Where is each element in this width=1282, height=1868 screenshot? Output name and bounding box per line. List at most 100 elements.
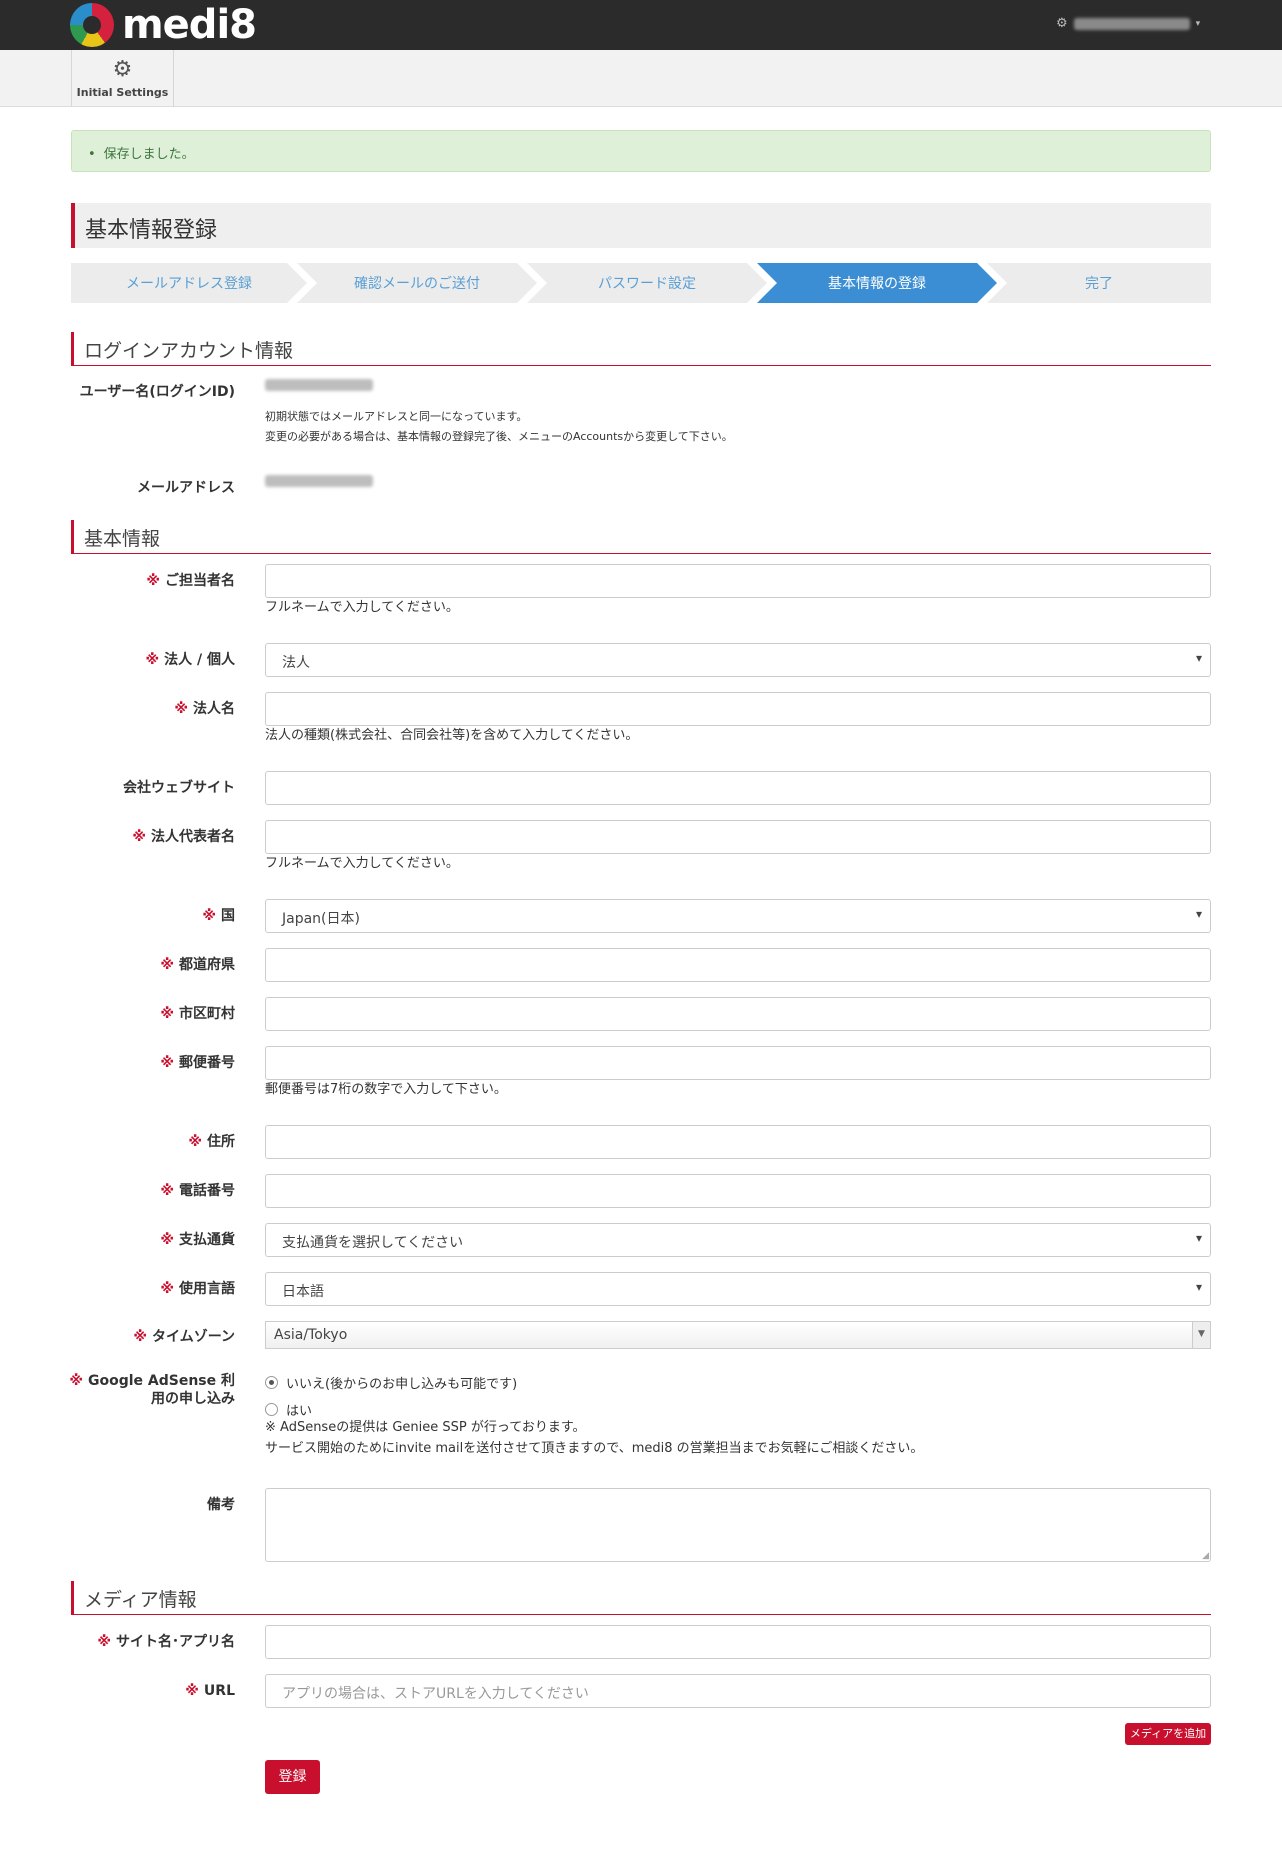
adsense-label-line-1: Google AdSense 利 [87, 1373, 235, 1389]
required-mark: ※ [160, 1232, 174, 1248]
sub-navbar: ⚙ Initial Settings [0, 50, 1282, 107]
representative-label-text: 法人代表者名 [151, 829, 235, 845]
caret-down-icon: ▾ [1195, 18, 1201, 29]
adsense-option-no[interactable]: いいえ(後からのお申し込みも可能です) [265, 1373, 517, 1392]
representative-input[interactable] [265, 820, 1211, 854]
currency-label: ※ 支払通貨 [35, 1231, 235, 1249]
timezone-label: ※ タイムゾーン [35, 1328, 235, 1346]
page-title: 基本情報登録 [71, 203, 1211, 248]
language-value: 日本語 [282, 1284, 324, 1300]
logo-text: medi8 [122, 2, 257, 48]
city-label-text: 市区町村 [179, 1006, 235, 1022]
url-input[interactable]: アプリの場合は、ストアURLを入力してください [265, 1674, 1211, 1708]
site-name-input[interactable] [265, 1625, 1211, 1659]
username-note-1: 初期状態ではメールアドレスと同一になっています。 [265, 410, 528, 423]
entity-type-select[interactable]: 法人 [265, 643, 1211, 677]
company-name-input[interactable] [265, 692, 1211, 726]
postal-label: ※ 郵便番号 [35, 1054, 235, 1072]
city-input[interactable] [265, 997, 1211, 1031]
step-label: 完了 [1085, 276, 1113, 292]
contact-name-label: ※ ご担当者名 [35, 572, 235, 590]
required-mark: ※ [132, 829, 146, 845]
prefecture-input[interactable] [265, 948, 1211, 982]
company-name-label-text: 法人名 [193, 701, 235, 717]
required-mark: ※ [202, 908, 216, 924]
entity-type-label: ※ 法人 / 個人 [35, 651, 236, 669]
address-label: ※ 住所 [35, 1133, 235, 1151]
step-confirmation-mail: 確認メールのご送付 [297, 263, 537, 303]
username-value [265, 378, 373, 398]
url-label-text: URL [203, 1683, 235, 1699]
submit-button[interactable]: 登録 [265, 1760, 320, 1794]
required-mark: ※ [160, 1183, 174, 1199]
progress-steps: メールアドレス登録 確認メールのご送付 パスワード設定 基本情報の登録 完了 [71, 263, 1211, 303]
radio-unchecked-icon[interactable] [265, 1403, 278, 1416]
username-note-2: 変更の必要がある場合は、基本情報の登録完了後、メニューのAccountsから変更… [265, 430, 733, 443]
remarks-label: 備考 [207, 1497, 235, 1513]
language-select[interactable]: 日本語 [265, 1272, 1211, 1306]
company-name-help: 法人の種類(株式会社、合同会社等)を含めて入力してください。 [265, 728, 639, 743]
section-heading-login: ログインアカウント情報 [71, 332, 1211, 366]
required-mark: ※ [160, 957, 174, 973]
url-label: ※ URL [35, 1682, 235, 1700]
language-label: ※ 使用言語 [35, 1280, 235, 1298]
required-mark: ※ [160, 1055, 174, 1071]
timezone-value: Asia/Tokyo [274, 1327, 348, 1343]
postal-input[interactable] [265, 1046, 1211, 1080]
gear-icon: ⚙ [1056, 16, 1068, 31]
add-media-button[interactable]: メディアを追加 [1125, 1723, 1211, 1745]
website-input[interactable] [265, 771, 1211, 805]
nav-initial-settings[interactable]: ⚙ Initial Settings [71, 50, 174, 107]
radio-checked-icon[interactable] [265, 1376, 278, 1389]
site-name-label-text: サイト名･アプリ名 [116, 1634, 235, 1650]
prefecture-label-text: 都道府県 [179, 957, 235, 973]
step-basic-info: 基本情報の登録 [757, 263, 997, 303]
entity-type-label-text: 法人 / 個人 [164, 652, 235, 668]
timezone-select[interactable]: Asia/Tokyo ▼ [265, 1321, 1211, 1349]
currency-value: 支払通貨を選択してください [282, 1235, 464, 1251]
step-label: メールアドレス登録 [126, 276, 252, 292]
remarks-textarea[interactable] [265, 1488, 1211, 1562]
country-label-text: 国 [221, 908, 235, 924]
logo[interactable]: medi8 [70, 2, 257, 48]
timezone-label-text: タイムゾーン [151, 1329, 235, 1345]
website-label: 会社ウェブサイト [123, 780, 235, 796]
adsense-option-yes-label: はい [286, 1404, 313, 1419]
section-heading-basic: 基本情報 [71, 520, 1211, 554]
adsense-note-1: ※ AdSenseの提供は Geniee SSP が行っております。 [265, 1420, 586, 1435]
address-input[interactable] [265, 1125, 1211, 1159]
username-redacted [265, 379, 373, 391]
phone-input[interactable] [265, 1174, 1211, 1208]
required-mark: ※ [160, 1281, 174, 1297]
country-value: Japan(日本) [282, 911, 360, 927]
bullet-icon: • [88, 147, 96, 162]
email-redacted [265, 475, 373, 487]
dropdown-arrow-icon: ▼ [1192, 1322, 1210, 1348]
contact-name-help: フルネームで入力してください。 [265, 600, 459, 615]
representative-label: ※ 法人代表者名 [35, 828, 235, 846]
postal-label-text: 郵便番号 [179, 1055, 235, 1071]
user-menu[interactable]: ⚙ ▾ [1056, 16, 1200, 31]
step-complete: 完了 [987, 263, 1211, 303]
phone-label: ※ 電話番号 [35, 1182, 235, 1200]
required-mark: ※ [133, 1329, 147, 1345]
required-mark: ※ [146, 573, 160, 589]
country-select[interactable]: Japan(日本) [265, 899, 1211, 933]
language-label-text: 使用言語 [179, 1281, 235, 1297]
prefecture-label: ※ 都道府県 [35, 956, 235, 974]
currency-select[interactable]: 支払通貨を選択してください [265, 1223, 1211, 1257]
step-label: パスワード設定 [598, 276, 696, 292]
required-mark: ※ [185, 1683, 199, 1699]
city-label: ※ 市区町村 [35, 1005, 235, 1023]
required-mark: ※ [174, 701, 188, 717]
country-label: ※ 国 [35, 907, 235, 925]
required-mark: ※ [69, 1373, 83, 1389]
address-label-text: 住所 [207, 1134, 235, 1150]
step-label: 基本情報の登録 [828, 276, 926, 292]
adsense-label-line-2: 用の申し込み [151, 1391, 235, 1407]
username-label: ユーザー名(ログインID) [79, 384, 235, 400]
contact-name-input[interactable] [265, 564, 1211, 598]
alert-message: 保存しました。 [103, 147, 195, 162]
adsense-option-yes[interactable]: はい [265, 1400, 312, 1419]
logo-mark-icon [70, 3, 114, 47]
